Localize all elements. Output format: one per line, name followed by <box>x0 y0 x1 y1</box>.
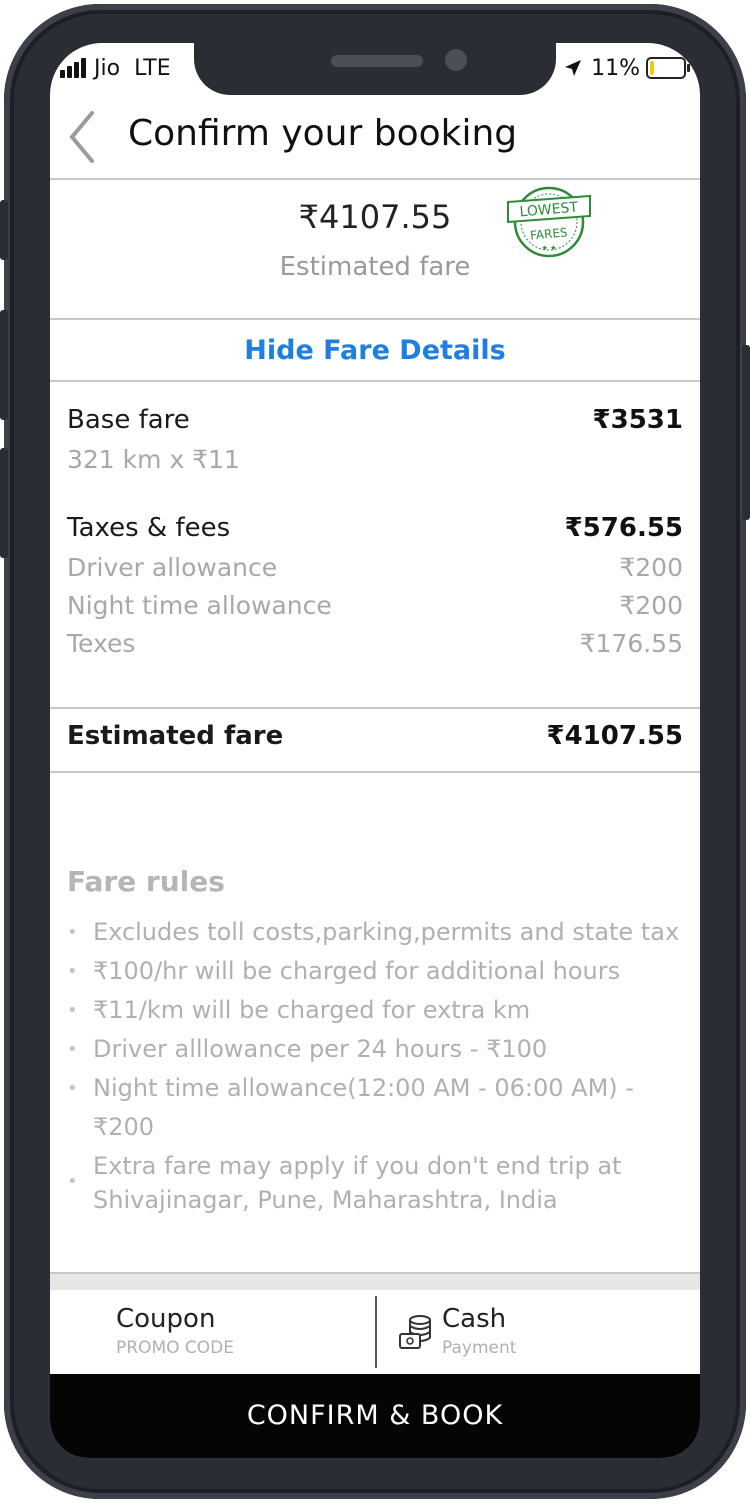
back-chevron-icon[interactable] <box>64 107 104 167</box>
status-bar-left: Jio LTE <box>60 51 171 85</box>
signal-icon <box>60 58 86 78</box>
taxes-row: Taxes & fees ₹576.55 <box>67 513 683 543</box>
coupon-button[interactable]: Coupon PROMO CODE <box>116 1304 234 1358</box>
total-label: Estimated fare <box>67 721 284 751</box>
fee-item-row: Night time allowance ₹200 <box>67 591 683 620</box>
fee-item-amount: ₹200 <box>619 591 683 620</box>
estimated-fare-amount: ₹4107.55 <box>298 198 452 236</box>
fee-item-row: Driver allowance ₹200 <box>67 553 683 582</box>
taxes-amount: ₹576.55 <box>564 513 683 543</box>
badge-stars-icon: ★ ★ <box>542 244 557 252</box>
phone-volume-up <box>0 310 8 420</box>
coupon-title: Coupon <box>116 1304 216 1334</box>
confirm-and-book-button[interactable]: CONFIRM & BOOK <box>50 1374 700 1458</box>
base-fare-amount: ₹3531 <box>592 405 683 435</box>
base-fare-label: Base fare <box>67 405 190 435</box>
cash-subtitle: Payment <box>442 1338 517 1358</box>
payment-divider <box>375 1296 377 1368</box>
notch <box>194 43 556 95</box>
fee-item-label: Driver allowance <box>67 553 278 582</box>
location-arrow-icon <box>565 60 582 76</box>
fare-rule-item: ₹100/hr will be charged for additional h… <box>67 952 680 991</box>
lowest-fares-badge-icon: LOWEST FARES ★ ★ <box>507 186 591 258</box>
network-type: LTE <box>134 55 171 81</box>
page-title: Confirm your booking <box>128 113 518 154</box>
fare-rules-title: Fare rules <box>67 865 225 898</box>
divider-bar <box>50 1272 700 1292</box>
base-fare-detail: 321 km x ₹11 <box>67 445 240 474</box>
phone-power-button <box>742 345 750 520</box>
fare-summary: ₹4107.55 Estimated fare LOWEST FARES ★ ★ <box>50 180 700 320</box>
estimated-fare-label: Estimated fare <box>279 252 471 282</box>
payment-options: Coupon PROMO CODE Cash Payment <box>50 1290 700 1374</box>
fee-item-amount: ₹176.55 <box>579 629 683 658</box>
total-amount: ₹4107.55 <box>546 721 683 751</box>
carrier-name: Jio <box>94 55 121 81</box>
coupon-subtitle: PROMO CODE <box>116 1338 234 1358</box>
fare-rule-item: Driver alllowance per 24 hours - ₹100 <box>67 1030 680 1069</box>
screen: Jio LTE 11% Confirm your booking ₹4107.5… <box>50 43 700 1458</box>
estimated-fare-total: Estimated fare ₹4107.55 <box>50 707 700 773</box>
battery-icon <box>646 57 690 79</box>
base-fare-detail-row: 321 km x ₹11 <box>67 445 683 474</box>
base-fare-row: Base fare ₹3531 <box>67 405 683 435</box>
status-bar-right: 11% <box>563 51 690 85</box>
front-camera <box>445 49 467 71</box>
fee-item-label: Night time allowance <box>67 591 332 620</box>
fee-item-row: Texes ₹176.55 <box>67 629 683 658</box>
speaker <box>331 55 423 67</box>
fare-rule-item: Night time allowance(12:00 AM - 06:00 AM… <box>67 1069 680 1147</box>
hide-fare-details-link[interactable]: Hide Fare Details <box>50 320 700 382</box>
cash-coins-icon <box>399 1315 431 1349</box>
phone-mute-switch <box>0 200 8 260</box>
cash-payment-button[interactable]: Cash Payment <box>442 1304 516 1358</box>
fare-rule-item: Excludes toll costs,parking,permits and … <box>67 913 680 952</box>
fare-rules-list: Excludes toll costs,parking,permits and … <box>67 913 680 1217</box>
app-header: Confirm your booking <box>50 101 700 180</box>
badge-line2: FARES <box>530 225 569 242</box>
cash-title: Cash <box>442 1304 507 1334</box>
phone-volume-down <box>0 448 8 558</box>
fee-item-amount: ₹200 <box>619 553 683 582</box>
taxes-label: Taxes & fees <box>67 513 231 543</box>
fare-rule-item: ₹11/km will be charged for extra km <box>67 991 680 1030</box>
fare-rule-item: Extra fare may apply if you don't end tr… <box>67 1147 680 1217</box>
fee-item-label: Texes <box>67 629 136 658</box>
battery-percent: 11% <box>591 55 640 81</box>
